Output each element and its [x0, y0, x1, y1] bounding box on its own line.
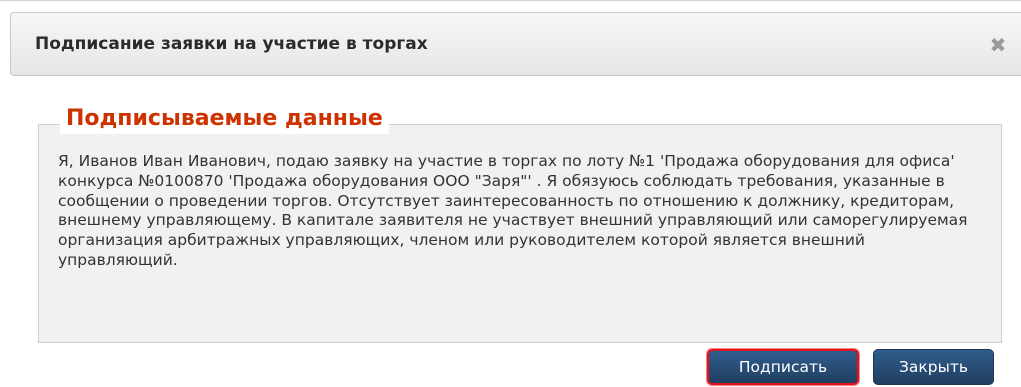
fieldset-legend: Подписываемые данные — [60, 104, 389, 134]
close-icon[interactable]: ✖ — [989, 35, 1007, 55]
signed-data-text: Я, Иванов Иван Иванович, подаю заявку на… — [58, 152, 968, 269]
sign-button[interactable]: Подписать — [707, 349, 859, 385]
sign-application-dialog: Подписание заявки на участие в торгах ✖ … — [0, 0, 1021, 387]
dialog-titlebar: Подписание заявки на участие в торгах ✖ — [10, 12, 1021, 76]
dialog-title: Подписание заявки на участие в торгах — [35, 34, 428, 54]
top-divider — [0, 0, 1021, 1]
close-button[interactable]: Закрыть — [873, 349, 994, 385]
